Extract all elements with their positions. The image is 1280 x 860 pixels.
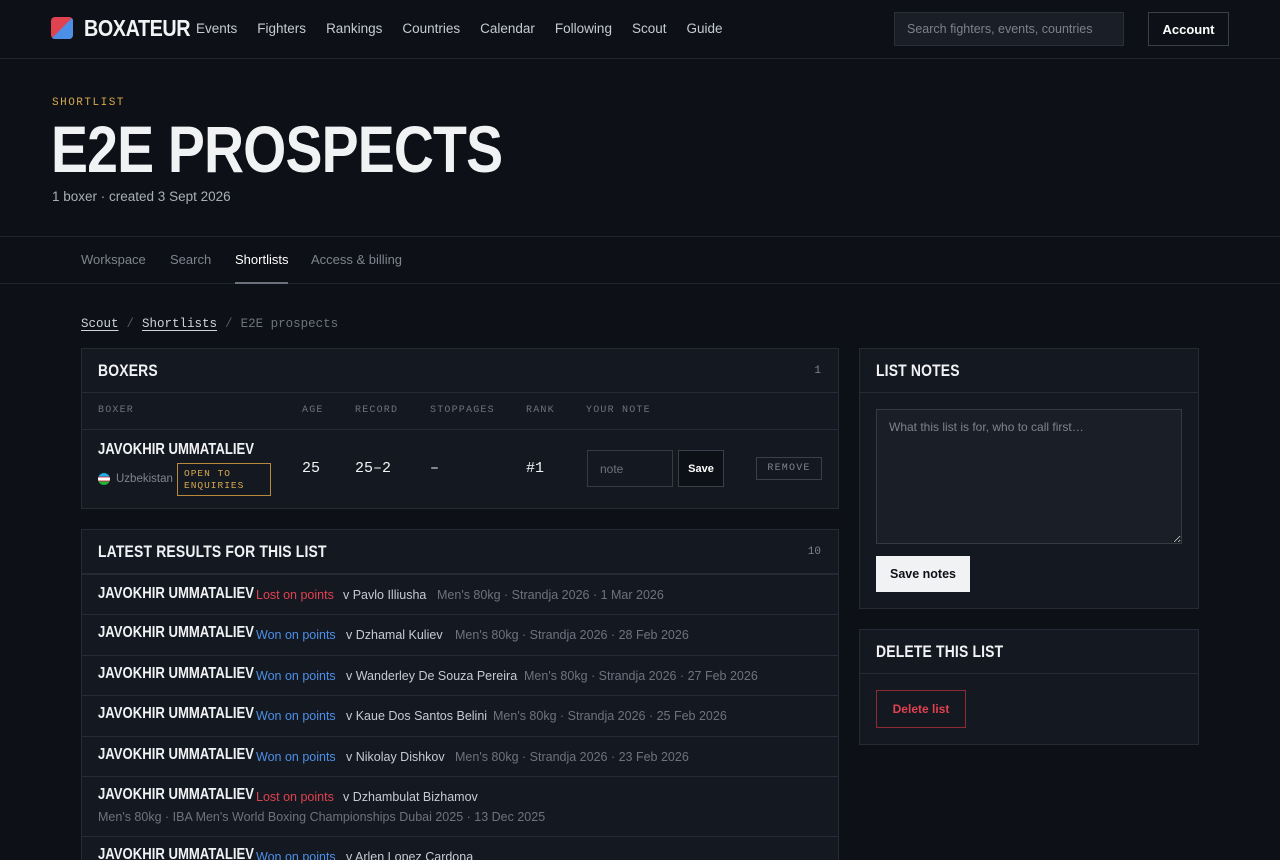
page-title: E2E PROSPECTS [51, 112, 503, 186]
breadcrumb-scout-link[interactable]: Scout [81, 317, 119, 331]
result-opponent: v Dzhamal Kuliev [346, 628, 443, 642]
result-outcome: Won on points [256, 669, 336, 683]
breadcrumb-separator: / [126, 317, 135, 331]
boxer-record: 25–2 [355, 460, 392, 477]
result-row: JAVOKHIR UMMATALIEV Lost on points v Pav… [82, 574, 838, 614]
delete-list-panel: DELETE THIS LIST Delete list [859, 629, 1199, 745]
result-row: JAVOKHIR UMMATALIEV Won on points v Arle… [82, 836, 838, 860]
page-eyebrow: SHORTLIST [52, 97, 125, 109]
notes-panel-title: LIST NOTES [876, 361, 960, 380]
boxers-count: 1 [814, 365, 821, 377]
result-meta: Men's 80kg · Strandja 2026 · 1 Mar 2026 [437, 588, 664, 602]
nav-link-countries[interactable]: Countries [402, 21, 460, 36]
column-header-record: RECORD [355, 405, 399, 416]
notes-panel-header: LIST NOTES [860, 349, 1198, 393]
nav-link-fighters[interactable]: Fighters [257, 21, 306, 36]
result-boxer-name[interactable]: JAVOKHIR UMMATALIEV [98, 585, 254, 603]
status-badge: OPEN TO ENQUIRIES [177, 463, 271, 496]
top-navigation: BOXATEUR Events Fighters Rankings Countr… [0, 0, 1280, 59]
nav-link-rankings[interactable]: Rankings [326, 21, 382, 36]
column-header-stoppages: STOPPAGES [430, 405, 495, 416]
result-row: JAVOKHIR UMMATALIEV Won on points v Dzha… [82, 614, 838, 655]
result-meta: Men's 80kg · Strandja 2026 · 27 Feb 2026 [524, 669, 758, 683]
search-input[interactable] [894, 12, 1124, 46]
save-notes-button[interactable]: Save notes [876, 556, 970, 592]
result-meta: Men's 80kg · Strandja 2026 · 23 Feb 2026 [455, 750, 689, 764]
boxers-panel: BOXERS 1 BOXER AGE RECORD STOPPAGES RANK… [81, 348, 839, 509]
page-subtitle: 1 boxer · created 3 Sept 2026 [52, 189, 231, 204]
result-boxer-name[interactable]: JAVOKHIR UMMATALIEV [98, 786, 254, 804]
tab-shortlists[interactable]: Shortlists [235, 252, 288, 267]
breadcrumb-separator: / [225, 317, 233, 331]
brand-logo-icon[interactable] [51, 17, 73, 39]
boxers-panel-header: BOXERS 1 [82, 349, 838, 393]
section-tabs: Workspace Search Shortlists Access & bil… [0, 236, 1280, 284]
result-boxer-name[interactable]: JAVOKHIR UMMATALIEV [98, 624, 254, 642]
result-meta: Men's 80kg · IBA Men's World Boxing Cham… [98, 810, 546, 824]
column-header-your-note: YOUR NOTE [586, 405, 651, 416]
boxer-age: 25 [302, 460, 321, 477]
boxer-stoppages: – [430, 460, 440, 477]
list-notes-textarea[interactable] [876, 409, 1182, 544]
brand-name[interactable]: BOXATEUR [84, 15, 191, 42]
result-meta: Men's 80kg · Strandja 2026 · 28 Feb 2026 [455, 628, 689, 642]
result-boxer-name[interactable]: JAVOKHIR UMMATALIEV [98, 746, 254, 764]
latest-results-panel: LATEST RESULTS FOR THIS LIST 10 JAVOKHIR… [81, 529, 839, 860]
tab-access-billing[interactable]: Access & billing [311, 252, 402, 267]
result-opponent: v Wanderley De Souza Pereira [346, 669, 518, 683]
breadcrumb: Scout / Shortlists / E2E prospects [81, 317, 338, 331]
result-outcome: Won on points [256, 709, 336, 723]
active-tab-indicator [235, 282, 288, 284]
nav-link-events[interactable]: Events [196, 21, 237, 36]
result-row: JAVOKHIR UMMATALIEV Won on points v Kaue… [82, 695, 838, 736]
delete-panel-header: DELETE THIS LIST [860, 630, 1198, 674]
delete-list-button[interactable]: Delete list [876, 690, 966, 728]
results-panel-header: LATEST RESULTS FOR THIS LIST 10 [82, 530, 838, 574]
result-boxer-name[interactable]: JAVOKHIR UMMATALIEV [98, 705, 254, 723]
main-nav: Events Fighters Rankings Countries Calen… [196, 21, 743, 36]
result-opponent: v Arlen Lopez Cardona [346, 850, 474, 860]
list-notes-panel: LIST NOTES Save notes [859, 348, 1199, 609]
table-divider [82, 429, 838, 430]
tab-search[interactable]: Search [170, 252, 211, 267]
boxer-name-link[interactable]: JAVOKHIR UMMATALIEV [98, 441, 254, 459]
result-outcome: Lost on points [256, 790, 334, 804]
boxer-note-input[interactable] [587, 450, 673, 487]
save-note-button[interactable]: Save [678, 450, 724, 487]
result-opponent: v Nikolay Dishkov [346, 750, 445, 764]
boxer-country: Uzbekistan [116, 473, 173, 485]
remove-boxer-button[interactable]: REMOVE [756, 457, 822, 480]
boxers-panel-title: BOXERS [98, 361, 158, 380]
result-opponent: v Pavlo Illiusha [343, 588, 427, 602]
result-boxer-name[interactable]: JAVOKHIR UMMATALIEV [98, 846, 254, 860]
results-panel-title: LATEST RESULTS FOR THIS LIST [98, 542, 327, 561]
breadcrumb-current: E2E prospects [240, 317, 339, 331]
delete-panel-title: DELETE THIS LIST [876, 642, 1004, 661]
boxer-rank: #1 [526, 460, 545, 477]
result-outcome: Lost on points [256, 588, 334, 602]
result-outcome: Won on points [256, 750, 336, 764]
nav-link-calendar[interactable]: Calendar [480, 21, 535, 36]
results-count: 10 [807, 546, 821, 558]
result-row: JAVOKHIR UMMATALIEV Won on points v Wand… [82, 655, 838, 695]
result-meta: Men's 80kg · Strandja 2026 · 25 Feb 2026 [493, 709, 727, 723]
result-outcome: Won on points [256, 628, 336, 642]
result-row: JAVOKHIR UMMATALIEV Lost on points v Dzh… [82, 776, 838, 836]
result-opponent: v Dzhambulat Bizhamov [343, 790, 478, 804]
account-button[interactable]: Account [1148, 12, 1229, 46]
column-header-age: AGE [302, 405, 324, 416]
breadcrumb-shortlists-link[interactable]: Shortlists [142, 317, 217, 331]
result-opponent: v Kaue Dos Santos Belini [346, 709, 488, 723]
result-row: JAVOKHIR UMMATALIEV Won on points v Niko… [82, 736, 838, 776]
tab-workspace[interactable]: Workspace [81, 252, 146, 267]
uzbekistan-flag-icon [98, 473, 110, 485]
column-header-boxer: BOXER [98, 405, 135, 416]
nav-link-following[interactable]: Following [555, 21, 612, 36]
result-boxer-name[interactable]: JAVOKHIR UMMATALIEV [98, 665, 254, 683]
nav-link-guide[interactable]: Guide [686, 21, 722, 36]
result-outcome: Won on points [256, 850, 336, 860]
column-header-rank: RANK [526, 405, 555, 416]
nav-link-scout[interactable]: Scout [632, 21, 667, 36]
